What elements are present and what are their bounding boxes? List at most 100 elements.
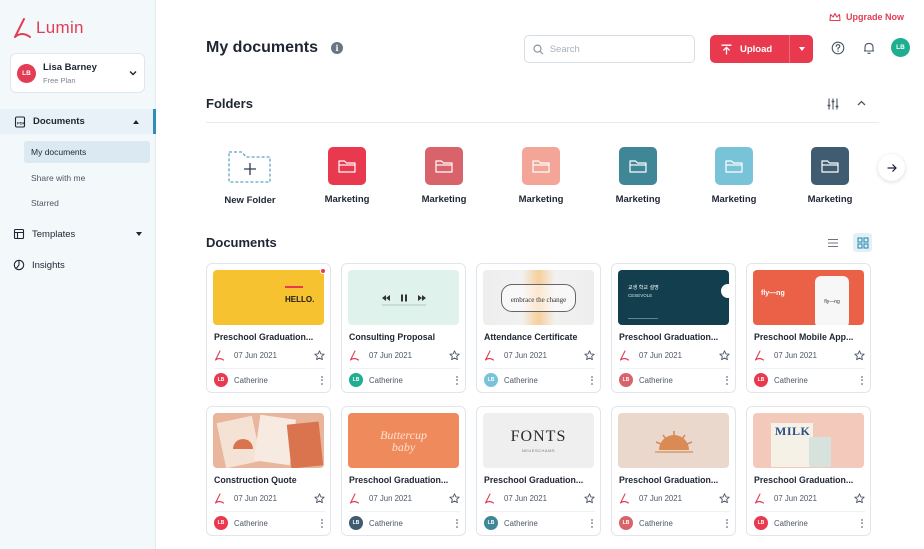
document-title: Consulting Proposal <box>349 332 436 342</box>
grid-view-button[interactable] <box>853 233 872 252</box>
sidebar-item-my-documents[interactable]: My documents <box>24 141 150 163</box>
folder-item[interactable]: Marketing <box>593 147 683 205</box>
card-divider <box>214 511 325 512</box>
folder-tile <box>811 147 849 185</box>
lumin-file-icon <box>619 350 630 361</box>
folders-divider <box>206 122 879 123</box>
owner-avatar: LB <box>214 516 228 530</box>
filter-sliders-icon[interactable] <box>826 97 840 111</box>
folder-tile <box>715 147 753 185</box>
user-switcher[interactable]: LB Lisa Barney Free Plan <box>10 53 145 93</box>
sidebar-item-documents[interactable]: PDF Documents <box>0 109 156 134</box>
lumin-file-icon <box>349 350 360 361</box>
owner-avatar: LB <box>349 373 363 387</box>
user-plan: Free Plan <box>43 75 76 85</box>
list-view-button[interactable] <box>823 233 842 252</box>
more-options-icon[interactable] <box>589 375 595 386</box>
lumin-logo[interactable]: Lumin <box>12 17 84 39</box>
more-options-icon[interactable] <box>454 518 460 529</box>
search-input[interactable] <box>549 43 686 55</box>
more-options-icon[interactable] <box>319 518 325 529</box>
card-divider <box>754 511 865 512</box>
notification-bell-icon[interactable] <box>862 41 876 55</box>
sidebar-item-insights-label: Insights <box>32 259 65 271</box>
folder-item[interactable]: Marketing <box>496 147 586 205</box>
more-options-icon[interactable] <box>859 375 865 386</box>
document-owner: Catherine <box>504 375 538 385</box>
star-icon[interactable] <box>314 350 325 361</box>
folder-icon <box>629 160 647 173</box>
owner-avatar: LB <box>484 373 498 387</box>
more-options-icon[interactable] <box>319 375 325 386</box>
folder-tile <box>522 147 560 185</box>
folder-item[interactable]: Marketing <box>689 147 779 205</box>
folder-tile <box>619 147 657 185</box>
folder-item[interactable]: Marketing <box>399 147 489 205</box>
document-card[interactable]: HELLO. Preschool Graduation... 07 Jun 20… <box>206 263 331 393</box>
owner-avatar: LB <box>214 373 228 387</box>
sidebar-item-templates[interactable]: Templates <box>0 223 156 245</box>
folder-item[interactable]: Marketing <box>302 147 392 205</box>
star-icon[interactable] <box>854 350 865 361</box>
star-icon[interactable] <box>584 350 595 361</box>
star-icon[interactable] <box>449 493 460 504</box>
document-date: 07 Jun 2021 <box>774 351 817 360</box>
document-card[interactable]: Consulting Proposal 07 Jun 2021 LB Cathe… <box>341 263 466 393</box>
upload-dropdown-toggle[interactable] <box>789 35 813 63</box>
sidebar-item-starred[interactable]: Starred <box>24 192 150 214</box>
more-options-icon[interactable] <box>859 518 865 529</box>
document-owner: Catherine <box>369 375 403 385</box>
document-card[interactable]: MILK Preschool Graduation... 07 Jun 2021… <box>746 406 871 536</box>
upload-main-button[interactable]: Upload <box>710 44 789 55</box>
star-icon[interactable] <box>854 493 865 504</box>
document-card[interactable]: fly—ng fly—ng Preschool Mobile App... 07… <box>746 263 871 393</box>
star-icon[interactable] <box>719 493 730 504</box>
profile-avatar[interactable]: LB <box>891 38 910 57</box>
document-card[interactable]: Buttercup baby Preschool Graduation... 0… <box>341 406 466 536</box>
new-folder-icon <box>228 151 271 183</box>
folder-icon <box>435 160 453 173</box>
document-date: 07 Jun 2021 <box>504 494 547 503</box>
star-icon[interactable] <box>719 350 730 361</box>
document-thumbnail: MILK <box>753 413 864 468</box>
star-icon[interactable] <box>314 493 325 504</box>
new-folder-button[interactable]: New Folder <box>205 147 295 206</box>
card-divider <box>619 511 730 512</box>
thumbnail-text: embrace the change <box>510 295 567 304</box>
document-card[interactable]: embrace the change Attendance Certificat… <box>476 263 601 393</box>
document-title: Construction Quote <box>214 475 297 485</box>
document-card[interactable]: Preschool Graduation... 07 Jun 2021 LB C… <box>611 406 736 536</box>
caret-down-icon <box>798 47 805 51</box>
document-card[interactable]: 교생 학교 설명 CESEVOLE Preschool Graduation..… <box>611 263 736 393</box>
sidebar-item-insights[interactable]: Insights <box>0 254 156 276</box>
more-options-icon[interactable] <box>589 518 595 529</box>
more-options-icon[interactable] <box>724 375 730 386</box>
folder-item[interactable]: Marketing <box>785 147 875 205</box>
help-icon[interactable] <box>831 41 845 55</box>
document-owner: Catherine <box>774 375 808 385</box>
more-options-icon[interactable] <box>724 518 730 529</box>
star-icon[interactable] <box>449 350 460 361</box>
upload-button[interactable]: Upload <box>710 35 813 63</box>
document-card[interactable]: FONTS NEUESCHAMS Preschool Graduation...… <box>476 406 601 536</box>
folder-name: Marketing <box>421 194 467 205</box>
thumbnail-text: MILK <box>775 424 811 438</box>
more-options-icon[interactable] <box>454 375 460 386</box>
document-date: 07 Jun 2021 <box>234 351 277 360</box>
upgrade-now-link[interactable]: Upgrade Now <box>829 12 904 22</box>
folders-next-button[interactable] <box>878 154 905 181</box>
info-icon[interactable]: i <box>331 42 343 54</box>
document-title: Preschool Graduation... <box>484 475 584 485</box>
sidebar-item-share-with-me[interactable]: Share with me <box>24 167 150 189</box>
lumin-file-icon <box>754 493 765 504</box>
document-owner: Catherine <box>639 518 673 528</box>
document-date: 07 Jun 2021 <box>234 494 277 503</box>
chevron-up-icon[interactable] <box>856 98 867 109</box>
lumin-file-icon <box>484 493 495 504</box>
search-box[interactable] <box>524 35 695 63</box>
document-title: Preschool Mobile App... <box>754 332 854 342</box>
document-card[interactable]: Construction Quote 07 Jun 2021 LB Cather… <box>206 406 331 536</box>
folder-name: Marketing <box>324 194 370 205</box>
star-icon[interactable] <box>584 493 595 504</box>
lumin-file-icon <box>484 350 495 361</box>
